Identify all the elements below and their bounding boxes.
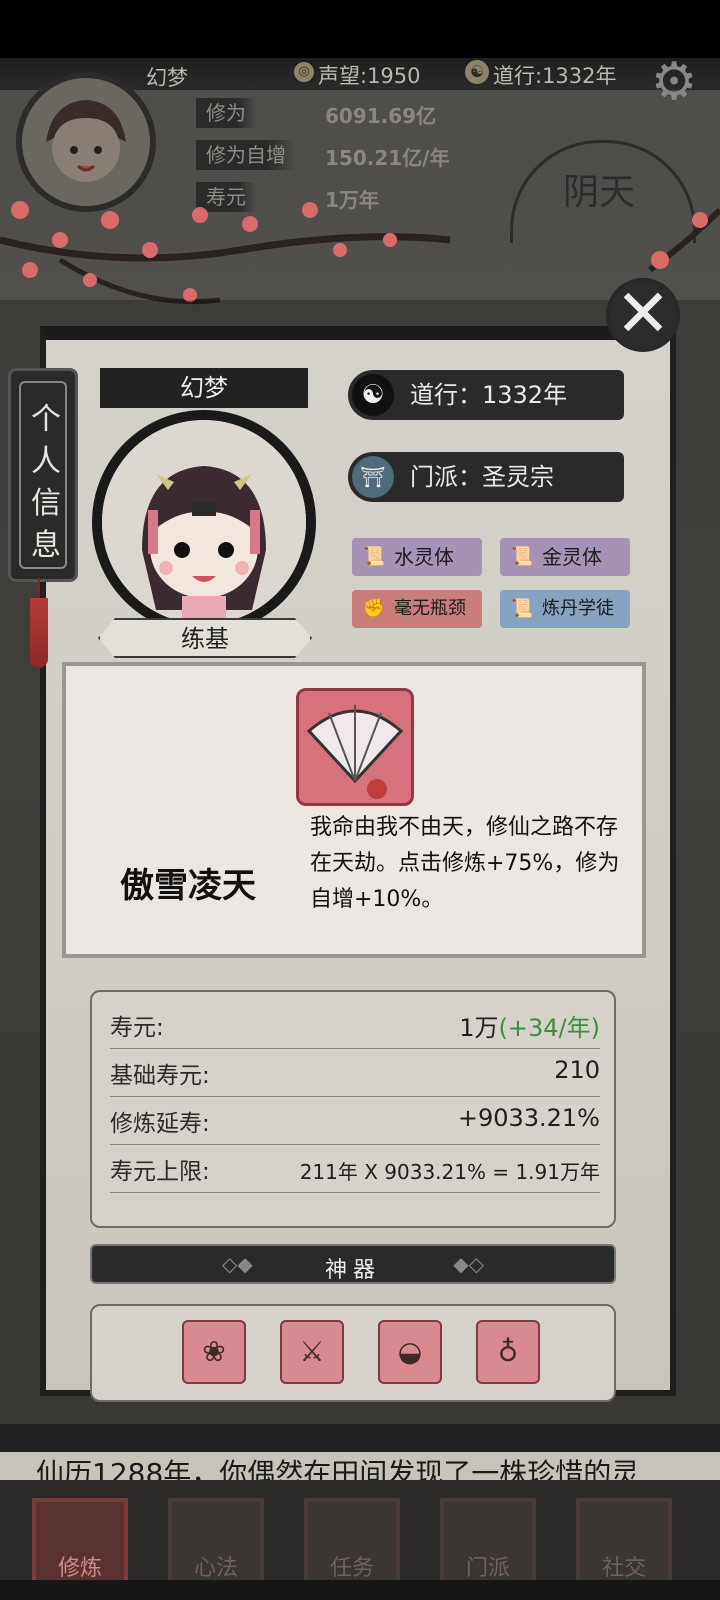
lifespan-stats-table: 寿元: 1万(+34/年) 基础寿元: 210 修炼延寿: +9033.21% … [90, 990, 616, 1228]
row-key: 寿元上限: [110, 1159, 210, 1185]
trait-label: 毫无瓶颈 [394, 598, 466, 619]
header-avatar[interactable] [16, 72, 156, 212]
trait-label: 水灵体 [394, 545, 454, 569]
row-value: 211年 X 9033.21% = 1.91万年 [299, 1160, 600, 1184]
row-value: +9033.21% [457, 1104, 600, 1132]
ornament-icon[interactable]: ❀ [182, 1320, 246, 1384]
fan-image [306, 705, 404, 799]
character-name: 幻梦 [100, 368, 308, 408]
dao-pill: ☯ 道行：1332年 [348, 370, 624, 420]
artifacts-title: 神器 [324, 1258, 381, 1283]
nav-label: 心法 [193, 1556, 238, 1581]
artifacts-header: ◇◆ 神器 ◆◇ [90, 1244, 616, 1284]
gear-icon[interactable]: ⚙ [648, 56, 700, 108]
table-row: 寿元: 1万(+34/年) [110, 1000, 600, 1049]
trait-chip-water[interactable]: 📜 水灵体 [352, 538, 482, 576]
tab-label: 个人信息 [31, 402, 61, 563]
row-key: 寿元: [110, 1015, 164, 1041]
table-row: 寿元上限: 211年 X 9033.21% = 1.91万年 [110, 1144, 600, 1193]
tassel-decoration [30, 598, 48, 668]
header-dao: 道行:1332年 [493, 64, 617, 88]
sword-icon[interactable]: ⚔ [280, 1320, 344, 1384]
nav-label: 社交 [601, 1556, 646, 1581]
character-portrait-icon [102, 420, 306, 624]
row-value: 210 [554, 1056, 600, 1084]
trait-chip-no-bottleneck[interactable]: ✊ 毫无瓶颈 [352, 590, 482, 628]
scroll-icon: 📜 [510, 546, 534, 567]
row-key: 修炼延寿: [110, 1111, 210, 1137]
tassel-cord [38, 578, 40, 600]
lifespan-growth: (+34/年) [498, 1014, 600, 1042]
status-bar [0, 0, 720, 58]
trait-chip-gold[interactable]: 📜 金灵体 [500, 538, 630, 576]
realm-badge: 练基 [98, 618, 312, 658]
fan-icon [296, 688, 414, 806]
nav-label: 门派 [465, 1556, 510, 1581]
artifact-description: 我命由我不由天，修仙之路不存在天劫。点击修炼+75%，修为自增+10%。 [310, 815, 620, 912]
sect-label: 门派：圣灵宗 [410, 463, 554, 491]
jade-icon[interactable]: ♁ [476, 1320, 540, 1384]
scroll-icon: 📜 [362, 546, 386, 567]
fist-icon: ✊ [362, 598, 386, 619]
avatar-portrait-icon [46, 100, 126, 182]
tab-personal-info[interactable]: 个人信息 [8, 368, 78, 582]
artifact-name: 傲雪凌天 [120, 866, 256, 906]
row-value: 1万(+34/年) [459, 1008, 600, 1043]
scroll-icon: 📜 [510, 598, 534, 619]
trait-chip-alchemy[interactable]: 📜 炼丹学徒 [500, 590, 630, 628]
header-fame: 声望:1950 [318, 64, 421, 88]
nav-label: 修炼 [57, 1556, 102, 1581]
fan-icon[interactable]: ◒ [378, 1320, 442, 1384]
close-button[interactable]: ✕ [606, 278, 680, 352]
yin-yang-icon: ☯ [352, 374, 394, 416]
table-row: 基础寿元: 210 [110, 1048, 600, 1097]
character-portrait [92, 410, 316, 634]
sect-gate-icon: ⛩ [352, 456, 394, 498]
diamond-ornament-icon: ◆◇ [453, 1252, 484, 1276]
header-player-name: 幻梦 [146, 66, 188, 90]
stat-growth-label: 修为自增 [196, 140, 296, 170]
row-key: 基础寿元: [110, 1063, 210, 1089]
nav-label: 任务 [329, 1556, 374, 1581]
table-row: 修炼延寿: +9033.21% [110, 1096, 600, 1145]
stat-cultivation-value: 6091.69亿 [325, 104, 437, 128]
dao-label: 道行：1332年 [410, 381, 568, 409]
stat-cultivation-label: 修为 [196, 98, 256, 128]
trait-label: 金灵体 [542, 545, 602, 569]
system-navigation-bar [0, 1580, 720, 1600]
stat-growth-value: 150.21亿/年 [325, 146, 450, 170]
fame-icon: ◎ [294, 62, 314, 82]
lifespan-value: 1万 [459, 1014, 499, 1042]
sect-pill: ⛩ 门派：圣灵宗 [348, 452, 624, 502]
yin-yang-icon: ☯ [465, 60, 489, 84]
trait-label: 炼丹学徒 [542, 598, 614, 619]
